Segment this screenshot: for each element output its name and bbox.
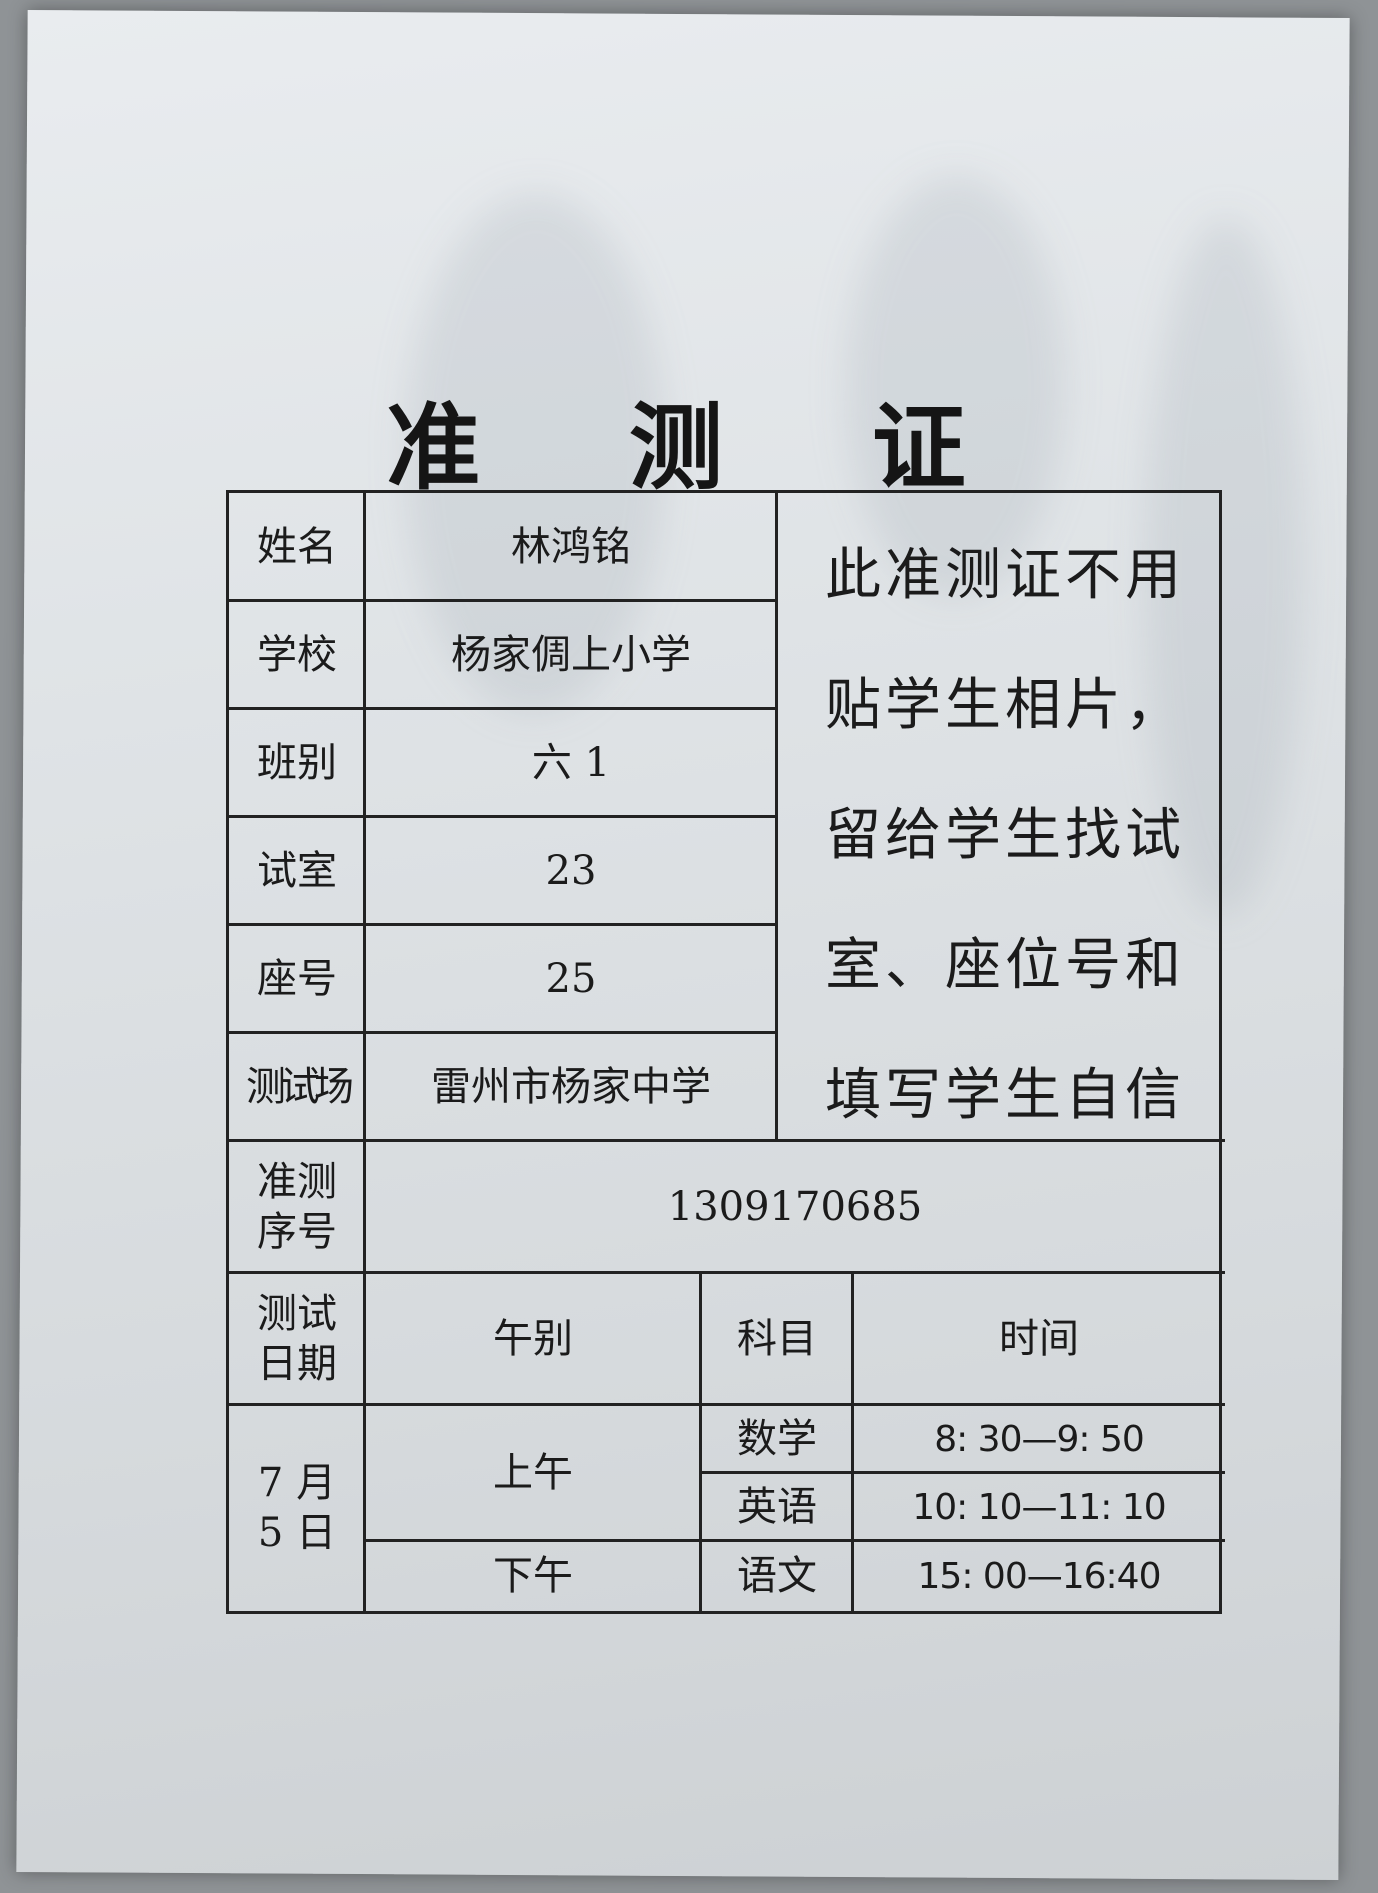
subject-math: 数学 (737, 1416, 817, 1462)
time-math: 8: 30—9: 50 (934, 1418, 1145, 1460)
grid-line (229, 707, 777, 710)
serial-label: 准测序号 (257, 1159, 337, 1255)
subject-english: 英语 (737, 1484, 817, 1530)
class-value: 六 1 (531, 740, 611, 786)
grid-line (229, 923, 777, 926)
grid-line (229, 1403, 1225, 1406)
seat-number-label: 座号 (257, 956, 337, 1002)
admission-card-table: 姓名 林鸿铭 学校 杨家倜上小学 班别 六 1 试室 23 座号 25 测试场 … (226, 490, 1225, 1614)
exam-room-label: 试室 (257, 848, 337, 894)
grid-line (229, 1139, 1225, 1142)
test-date-value: 7 月 5 日 (257, 1460, 337, 1556)
grid-line (229, 1271, 1225, 1274)
grid-line (701, 1471, 1225, 1474)
grid-line (699, 1273, 702, 1611)
period-header: 午别 (493, 1316, 573, 1362)
subject-header: 科目 (737, 1316, 817, 1362)
time-chinese: 15: 00—16:40 (917, 1555, 1162, 1597)
test-date-label: 测试日期 (257, 1291, 337, 1387)
school-value: 杨家倜上小学 (451, 632, 691, 678)
test-site-value: 雷州市杨家中学 (431, 1064, 711, 1110)
time-header: 时间 (999, 1316, 1079, 1362)
grid-line (229, 599, 777, 602)
time-english: 10: 10—11: 10 (912, 1486, 1166, 1528)
school-label: 学校 (257, 632, 337, 678)
test-site-label: 测试场 (246, 1064, 354, 1110)
afternoon-label: 下午 (493, 1553, 573, 1599)
grid-line (229, 815, 777, 818)
grid-line (851, 1273, 854, 1611)
grid-line (229, 1031, 777, 1034)
grid-line (363, 493, 366, 1611)
class-label: 班别 (257, 740, 337, 786)
name-label: 姓名 (257, 524, 337, 570)
serial-value: 1309170685 (667, 1184, 923, 1230)
morning-label: 上午 (493, 1450, 573, 1496)
exam-room-value: 23 (545, 848, 597, 894)
grid-line (365, 1539, 1225, 1542)
seat-number-value: 25 (545, 956, 597, 1002)
name-value: 林鸿铭 (511, 524, 631, 570)
notice-text: 此准测证不用贴学生相片，留给学生找试室、座位号和填写学生自信 (825, 543, 1185, 1128)
subject-chinese: 语文 (737, 1553, 817, 1599)
